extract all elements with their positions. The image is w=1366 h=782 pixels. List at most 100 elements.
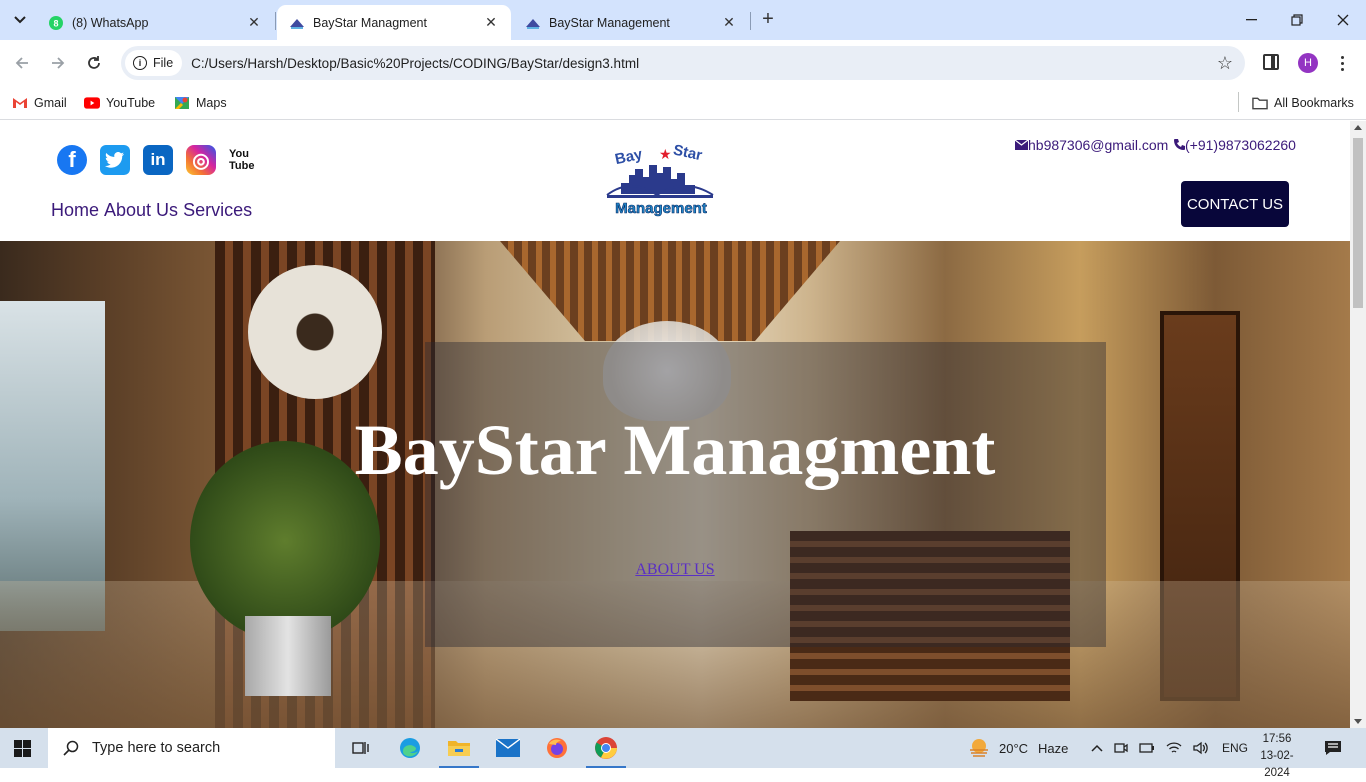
system-tray: ENG xyxy=(1091,728,1248,768)
haze-sun-icon xyxy=(970,739,988,757)
task-view-icon[interactable] xyxy=(337,728,385,768)
wifi-icon[interactable] xyxy=(1166,741,1182,755)
close-tab-icon[interactable]: ✕ xyxy=(721,14,737,31)
language-indicator[interactable]: ENG xyxy=(1222,741,1248,755)
clock-date: 13-02-2024 xyxy=(1260,750,1294,779)
contact-us-button[interactable]: CONTACT US xyxy=(1181,181,1289,227)
tab-baystar-managment[interactable]: BayStar Managment ✕ xyxy=(277,5,511,40)
facebook-icon[interactable]: f xyxy=(57,145,87,175)
volume-icon[interactable] xyxy=(1193,741,1209,755)
main-nav: Home About Us Services xyxy=(51,200,252,221)
phone-text: (+91)9873062260 xyxy=(1185,137,1296,153)
site-icon xyxy=(289,15,305,31)
minimize-button[interactable] xyxy=(1228,0,1274,40)
chevron-down-icon xyxy=(14,16,26,24)
bookmark-youtube[interactable]: YouTube xyxy=(84,93,155,113)
bookmark-label: YouTube xyxy=(106,96,156,110)
bookmark-label: Gmail xyxy=(34,96,67,110)
about-us-link[interactable]: ABOUT US xyxy=(0,561,1350,579)
scroll-up-arrow-icon[interactable] xyxy=(1354,125,1362,130)
nav-home[interactable]: Home xyxy=(51,200,99,221)
url-text[interactable]: C:/Users/Harsh/Desktop/Basic%20Projects/… xyxy=(191,56,639,71)
chrome-icon[interactable] xyxy=(582,728,630,768)
nav-services[interactable]: Services xyxy=(183,200,252,221)
notifications-button[interactable] xyxy=(1324,728,1342,768)
svg-text:★: ★ xyxy=(659,146,672,162)
file-explorer-icon[interactable] xyxy=(435,728,483,768)
tab-whatsapp[interactable]: 8 (8) WhatsApp ✕ xyxy=(36,5,274,40)
weather-temp: 20°C xyxy=(999,740,1029,756)
taskbar-search-box[interactable]: Type here to search xyxy=(48,728,335,768)
twitter-icon[interactable] xyxy=(100,145,130,175)
weather-condition: Haze xyxy=(1038,740,1069,756)
arrow-right-icon xyxy=(52,57,65,69)
tab-separator xyxy=(275,12,276,30)
gmail-icon xyxy=(12,95,28,111)
whatsapp-icon: 8 xyxy=(48,15,64,31)
reload-button[interactable] xyxy=(79,48,109,78)
close-tab-icon[interactable]: ✕ xyxy=(246,14,262,31)
info-icon: i xyxy=(133,56,147,70)
logo-word-bay: Bay xyxy=(613,146,644,168)
firefox-icon[interactable] xyxy=(533,728,581,768)
close-icon xyxy=(1337,14,1349,26)
new-tab-button[interactable]: + xyxy=(757,8,779,30)
bookmark-star-icon[interactable]: ☆ xyxy=(1217,53,1233,74)
email-text: hb987306@gmail.com xyxy=(1028,137,1169,153)
instagram-glyph: ◎ xyxy=(192,149,210,172)
folder-icon xyxy=(1252,95,1268,111)
profile-avatar[interactable]: H xyxy=(1298,53,1318,73)
maps-icon xyxy=(174,95,190,111)
edge-icon[interactable] xyxy=(386,728,434,768)
menu-kebab-icon[interactable] xyxy=(1334,51,1350,75)
restore-button[interactable] xyxy=(1274,0,1320,40)
youtube-logo-icon[interactable]: You Tube xyxy=(229,143,259,177)
bookmark-maps[interactable]: Maps xyxy=(174,93,227,113)
notification-icon xyxy=(1325,741,1341,755)
browser-toolbar: i File C:/Users/Harsh/Desktop/Basic%20Pr… xyxy=(0,40,1366,86)
linkedin-icon[interactable]: in xyxy=(143,145,173,175)
mail-icon[interactable] xyxy=(484,728,532,768)
tab-title: BayStar Management xyxy=(549,15,670,30)
site-info-chip[interactable]: i File xyxy=(125,50,183,76)
hero-photo-disc xyxy=(248,265,382,399)
taskbar-clock[interactable]: 17:56 13-02-2024 xyxy=(1249,731,1305,782)
side-panel-icon[interactable] xyxy=(1263,54,1279,70)
forward-button[interactable] xyxy=(43,48,73,78)
nav-about-us[interactable]: About Us xyxy=(104,200,178,221)
instagram-icon[interactable]: ◎ xyxy=(186,145,216,175)
youtube-glyph: You Tube xyxy=(229,148,255,172)
close-window-button[interactable] xyxy=(1320,0,1366,40)
phone-icon xyxy=(1174,139,1185,150)
search-icon xyxy=(62,739,80,757)
address-bar[interactable]: i File C:/Users/Harsh/Desktop/Basic%20Pr… xyxy=(121,46,1245,80)
bookmark-separator xyxy=(1238,92,1239,112)
arrow-left-icon xyxy=(15,57,28,69)
page-scrollbar[interactable] xyxy=(1350,121,1366,728)
phone-contact[interactable]: (+91)9873062260 xyxy=(1173,137,1296,153)
bookmarks-bar: Gmail YouTube Maps All Bookmarks xyxy=(0,86,1366,120)
hero-section: BayStar Managment ABOUT US xyxy=(0,241,1350,728)
scroll-down-arrow-icon[interactable] xyxy=(1354,719,1362,724)
back-button[interactable] xyxy=(7,48,37,78)
close-tab-icon[interactable]: ✕ xyxy=(483,14,499,31)
weather-widget[interactable]: 20°C Haze xyxy=(968,728,1068,768)
all-bookmarks-button[interactable]: All Bookmarks xyxy=(1252,93,1354,113)
scroll-thumb[interactable] xyxy=(1353,138,1363,308)
email-contact[interactable]: hb987306@gmail.com xyxy=(1015,137,1168,153)
meet-now-icon[interactable] xyxy=(1114,741,1128,755)
tab-baystar-management[interactable]: BayStar Management ✕ xyxy=(513,5,749,40)
site-info-label: File xyxy=(153,56,174,70)
minimize-icon xyxy=(1245,19,1257,21)
logo-word-star: Star xyxy=(672,141,704,164)
reload-icon xyxy=(88,56,100,69)
windows-start-icon[interactable] xyxy=(14,740,31,757)
chevron-up-icon[interactable] xyxy=(1091,744,1103,752)
bookmark-gmail[interactable]: Gmail xyxy=(12,93,67,113)
web-page: f in ◎ You Tube Home About Us Services B… xyxy=(0,121,1350,728)
tab-title: (8) WhatsApp xyxy=(72,15,149,30)
battery-icon[interactable] xyxy=(1139,742,1155,754)
site-logo[interactable]: Bay ★ Star Management xyxy=(601,139,721,219)
tab-strip: 8 (8) WhatsApp ✕ BayStar Managment ✕ Bay… xyxy=(0,0,1366,40)
tab-search-button[interactable] xyxy=(8,8,32,32)
